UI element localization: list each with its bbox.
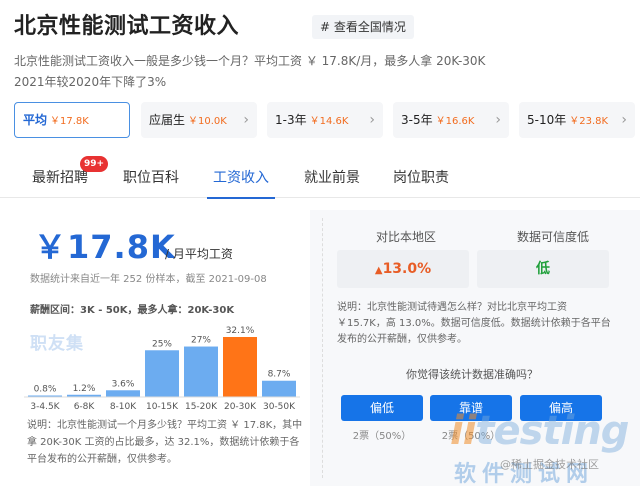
chevron-right-icon: › [495,112,501,128]
credibility-label: 数据可信度低 [517,230,590,244]
chip-1-3-years[interactable]: 1-3年 ￥14.6K › [267,102,383,138]
salary-distribution-chart: 0.8% 3-4.5K 1.2% 6-8K 3.6% 8-10K 25% 10-15K 27% 1… [24,326,300,412]
accuracy-question: 你觉得该统计数据准确吗？ [406,368,538,381]
compare-note: 说明：北京性能测试待遇怎么样？对比北京平均工资 ￥15.7K，高 13.0%。数… [337,302,611,345]
compare-local-value: ▲13.0% [337,250,469,288]
chart-bar [223,337,257,397]
tab-salary[interactable]: 工资收入 [207,158,275,199]
chip-amount: ￥23.8K [569,116,609,127]
compare-local-percent: 13.0% [382,261,432,277]
source-watermark: @稀土掘金技术社区 [500,458,599,471]
salary-range-label: 薪酬区间： [30,305,80,316]
chart-category-label: 30-50K [263,402,296,412]
chart-value-label: 8.7% [268,370,291,380]
divider [322,218,323,478]
chart-value-label: 25% [152,339,172,349]
chart-value-label: 3.6% [112,379,135,389]
view-national-link[interactable]: # 查看全国情况 [312,15,414,39]
tab-prospects[interactable]: 就业前景 [304,158,360,198]
chip-label: 3-5年 [401,113,433,127]
chart-bar [184,346,218,397]
chip-label: 应届生 [149,113,186,127]
chart-bar [262,380,296,397]
description-line-2: 2021年较2020年下降了3% [14,75,167,89]
chevron-right-icon: › [243,112,249,128]
chip-amount: ￥14.6K [309,116,349,127]
brand-watermark: iitesting [450,408,629,454]
chart-bar [106,390,140,397]
chart-category-label: 8-10K [110,402,137,412]
chip-amount: ￥16.6K [435,116,475,127]
chart-value-label: 1.2% [73,384,96,394]
chip-graduate[interactable]: 应届生 ￥10.0K › [141,102,257,138]
salary-range: 薪酬区间：3K - 50K，最多人拿：20K-30K [30,301,234,316]
vote-low-count: 2票（50%） [352,431,412,442]
chart-value-label: 27% [191,336,211,346]
chip-amount: ￥17.8K [50,116,89,127]
chip-average[interactable]: 平均 ￥17.8K [14,102,130,138]
chip-3-5-years[interactable]: 3-5年 ￥16.6K › [393,102,509,138]
page-description: 北京性能测试工资收入一般是多少钱一个月？平均工资 ￥ 17.8K/月，最多人拿 … [14,51,494,93]
compare-local-label: 对比本地区 [376,230,437,244]
description-line-1: 北京性能测试工资收入一般是多少钱一个月？平均工资 ￥ 17.8K/月，最多人拿 … [14,54,486,68]
average-salary-unit: / 月平均工资 [165,247,233,261]
chip-5-10-years[interactable]: 5-10年 ￥23.8K › [519,102,635,138]
chart-category-label: 10-15K [146,402,179,412]
brand-watermark-text: testing [475,408,629,454]
tab-duties[interactable]: 岗位职责 [393,158,449,198]
up-arrow-icon: ▲ [374,265,383,276]
average-salary: ￥17.8K [34,228,176,266]
chip-amount: ￥10.0K [188,116,227,127]
chevron-right-icon: › [369,112,375,128]
vote-low-button[interactable]: 偏低 [341,395,423,421]
chart-value-label: 0.8% [34,385,57,395]
chart-value-label: 32.1% [226,326,255,336]
salary-note: 说明：北京性能测试一个月多少钱？平均工资 ￥ 17.8K，其中拿 20K-30K… [27,420,303,465]
chart-category-label: 20-30K [224,402,257,412]
chart-category-label: 6-8K [74,402,96,412]
jobs-count-badge: 99+ [80,156,109,172]
chip-label: 5-10年 [527,113,567,127]
brand-watermark-prefix: ii [450,408,476,454]
chip-label: 1-3年 [275,113,307,127]
sample-note: 数据统计来自近一年 252 份样本，截至 2021-09-08 [30,274,267,285]
salary-page: 北京性能测试工资收入 # 查看全国情况 北京性能测试工资收入一般是多少钱一个月？… [0,0,640,486]
chevron-right-icon: › [621,112,627,128]
credibility-value: 低 [477,250,609,288]
salary-range-value: 3K - 50K，最多人拿：20K-30K [80,305,235,316]
chart-bar [145,350,179,397]
tab-wiki[interactable]: 职位百科 [123,158,179,198]
chart-category-label: 15-20K [185,402,218,412]
chip-label: 平均 [23,113,48,127]
chart-category-label: 3-4.5K [30,402,60,412]
page-title: 北京性能测试工资收入 [14,14,240,39]
